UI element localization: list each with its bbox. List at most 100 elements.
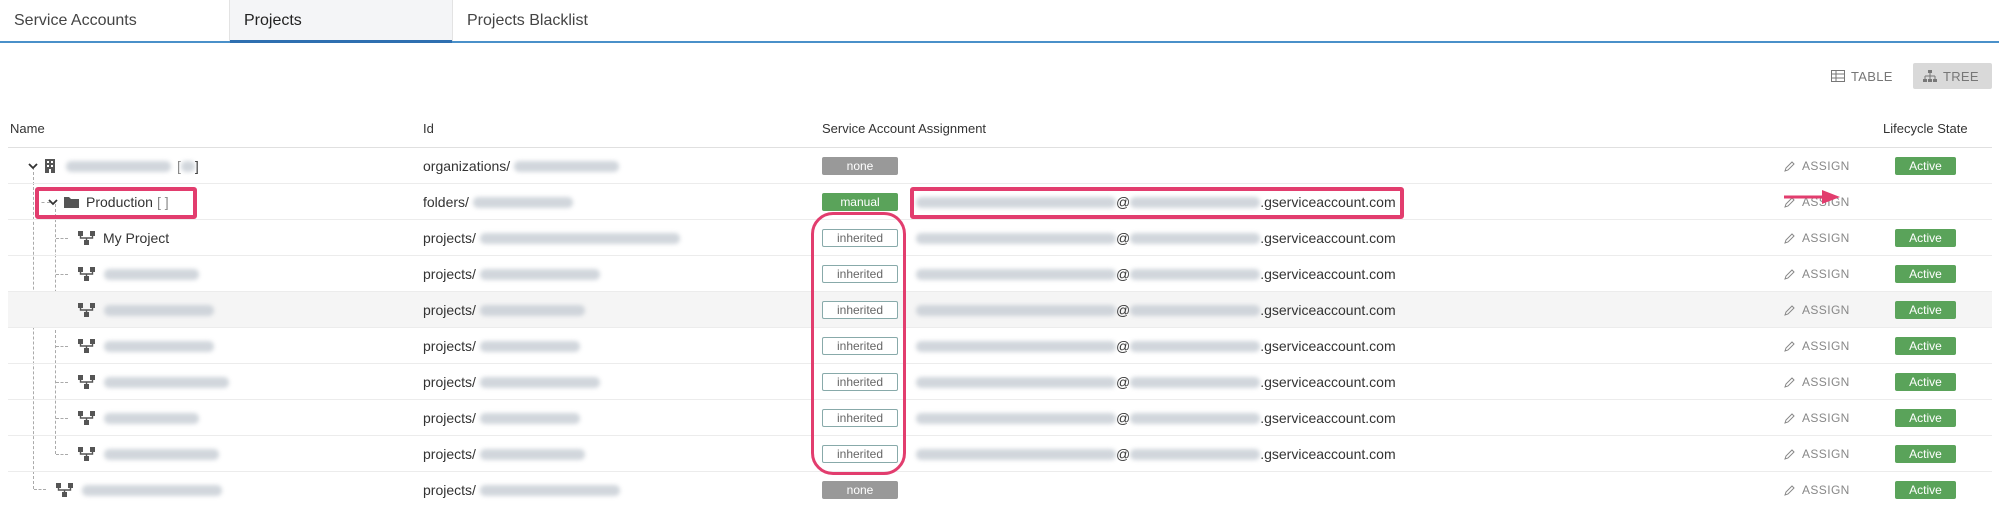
lifecycle-cell: Active <box>1895 364 1956 400</box>
name-cell <box>78 364 229 400</box>
name-cell <box>78 436 219 472</box>
redacted-text <box>472 196 573 208</box>
project-name: My Project <box>103 230 170 246</box>
lifecycle-cell: Active <box>1895 436 1956 472</box>
name-cell <box>78 256 199 292</box>
id-cell: projects/ <box>423 328 580 364</box>
table-row[interactable]: projects/inherited @ .gserviceaccount.com A… <box>8 400 1992 436</box>
id-cell: projects/ <box>423 364 600 400</box>
lifecycle-cell: Active <box>1895 400 1956 436</box>
name-cell <box>56 472 222 505</box>
redacted-text <box>479 304 585 316</box>
at-sign: @ <box>1116 374 1131 390</box>
redacted-text <box>916 340 1116 352</box>
tab-service-accounts[interactable]: Service Accounts <box>0 0 230 41</box>
redacted-text <box>479 484 620 496</box>
table-row[interactable]: projects/inherited @ .gserviceaccount.com A… <box>8 256 1992 292</box>
assign-button[interactable]: ASSIGN <box>1784 148 1850 184</box>
table-row[interactable]: projects/inherited @ .gserviceaccount.com A… <box>8 292 1992 328</box>
id-cell: projects/ <box>423 400 580 436</box>
service-account-email: @ .gserviceaccount.com <box>916 256 1396 292</box>
id-prefix: projects/ <box>423 230 476 246</box>
service-account-email: @ .gserviceaccount.com <box>916 436 1396 472</box>
redacted-text <box>916 232 1116 244</box>
column-header-lifecycle: Lifecycle State <box>1883 121 1968 136</box>
email-domain: .gserviceaccount.com <box>1260 266 1396 282</box>
id-cell: projects/ <box>423 220 680 256</box>
pencil-icon <box>1784 377 1795 388</box>
annotation-arrow-icon <box>1784 190 1840 204</box>
assign-button[interactable]: ASSIGN <box>1784 328 1850 364</box>
lifecycle-cell: Active <box>1895 328 1956 364</box>
pencil-icon <box>1784 269 1795 280</box>
redacted-text <box>479 268 600 280</box>
table-view-button[interactable]: TABLE <box>1821 63 1903 89</box>
service-account-email: @ .gserviceaccount.com <box>916 364 1396 400</box>
table-row[interactable]: My Project projects/inherited @ .gserviceac… <box>8 220 1992 256</box>
project-icon <box>78 447 95 461</box>
assign-button[interactable]: ASSIGN <box>1784 400 1850 436</box>
at-sign: @ <box>1116 230 1131 246</box>
id-prefix: projects/ <box>423 482 476 498</box>
redacted-text <box>82 484 222 496</box>
pencil-icon <box>1784 161 1795 172</box>
redacted-text <box>916 412 1116 424</box>
at-sign: @ <box>1116 266 1131 282</box>
service-account-email: @ .gserviceaccount.com <box>916 292 1396 328</box>
assign-button[interactable]: ASSIGN <box>1784 256 1850 292</box>
id-prefix: projects/ <box>423 410 476 426</box>
redacted-text <box>1130 268 1261 280</box>
building-icon <box>45 159 55 173</box>
redacted-text <box>479 448 585 460</box>
project-icon <box>78 267 95 281</box>
chevron-down-icon[interactable] <box>28 161 38 171</box>
service-account-email: @ .gserviceaccount.com <box>916 400 1396 436</box>
name-cell: [] <box>28 148 199 184</box>
assign-label: ASSIGN <box>1802 447 1850 461</box>
table-row[interactable]: projects/inherited @ .gserviceaccount.com A… <box>8 328 1992 364</box>
redacted-text <box>1130 340 1261 352</box>
service-account-email: @ .gserviceaccount.com <box>916 328 1396 364</box>
table-row[interactable]: [] organizations/ none ASSIGN Active <box>8 148 1992 184</box>
pencil-icon <box>1784 413 1795 424</box>
assign-label: ASSIGN <box>1802 375 1850 389</box>
id-prefix: projects/ <box>423 338 476 354</box>
redacted-text <box>514 160 620 172</box>
status-badge: Active <box>1895 409 1956 427</box>
assign-button[interactable]: ASSIGN <box>1784 364 1850 400</box>
assign-button[interactable]: ASSIGN <box>1784 292 1850 328</box>
service-account-email: @ .gserviceaccount.com <box>916 220 1396 256</box>
project-icon <box>78 231 95 245</box>
assign-button[interactable]: ASSIGN <box>1784 220 1850 256</box>
annotation-box-production <box>35 187 197 219</box>
assign-button[interactable]: ASSIGN <box>1784 436 1850 472</box>
status-badge: Active <box>1895 301 1956 319</box>
redacted-text <box>1130 304 1261 316</box>
tab-projects-blacklist[interactable]: Projects Blacklist <box>453 0 653 41</box>
name-cell: My Project <box>78 220 169 256</box>
tab-projects[interactable]: Projects <box>230 0 453 43</box>
email-domain: .gserviceaccount.com <box>1260 374 1396 390</box>
pencil-icon <box>1784 449 1795 460</box>
redacted-text <box>916 376 1116 388</box>
assign-label: ASSIGN <box>1802 267 1850 281</box>
assign-label: ASSIGN <box>1802 303 1850 317</box>
at-sign: @ <box>1116 302 1131 318</box>
table-row[interactable]: projects/inherited @ .gserviceaccount.com A… <box>8 436 1992 472</box>
name-cell <box>78 328 214 364</box>
table-row[interactable]: projects/inherited @ .gserviceaccount.com A… <box>8 364 1992 400</box>
redacted-text <box>1130 232 1261 244</box>
tab-bar: Service Accounts Projects Projects Black… <box>0 0 1999 43</box>
name-cell <box>78 292 214 328</box>
column-header-name: Name <box>10 121 45 136</box>
redacted-text <box>104 268 199 280</box>
email-domain: .gserviceaccount.com <box>1260 446 1396 462</box>
project-icon <box>56 483 73 497</box>
redacted-text <box>104 448 219 460</box>
redacted-text <box>104 412 199 424</box>
tree-view-button[interactable]: TREE <box>1913 63 1992 89</box>
assign-button[interactable]: ASSIGN <box>1784 472 1850 505</box>
lifecycle-cell: Active <box>1895 148 1956 184</box>
table-row[interactable]: projects/none ASSIGN Active <box>8 472 1992 505</box>
email-domain: .gserviceaccount.com <box>1260 338 1396 354</box>
